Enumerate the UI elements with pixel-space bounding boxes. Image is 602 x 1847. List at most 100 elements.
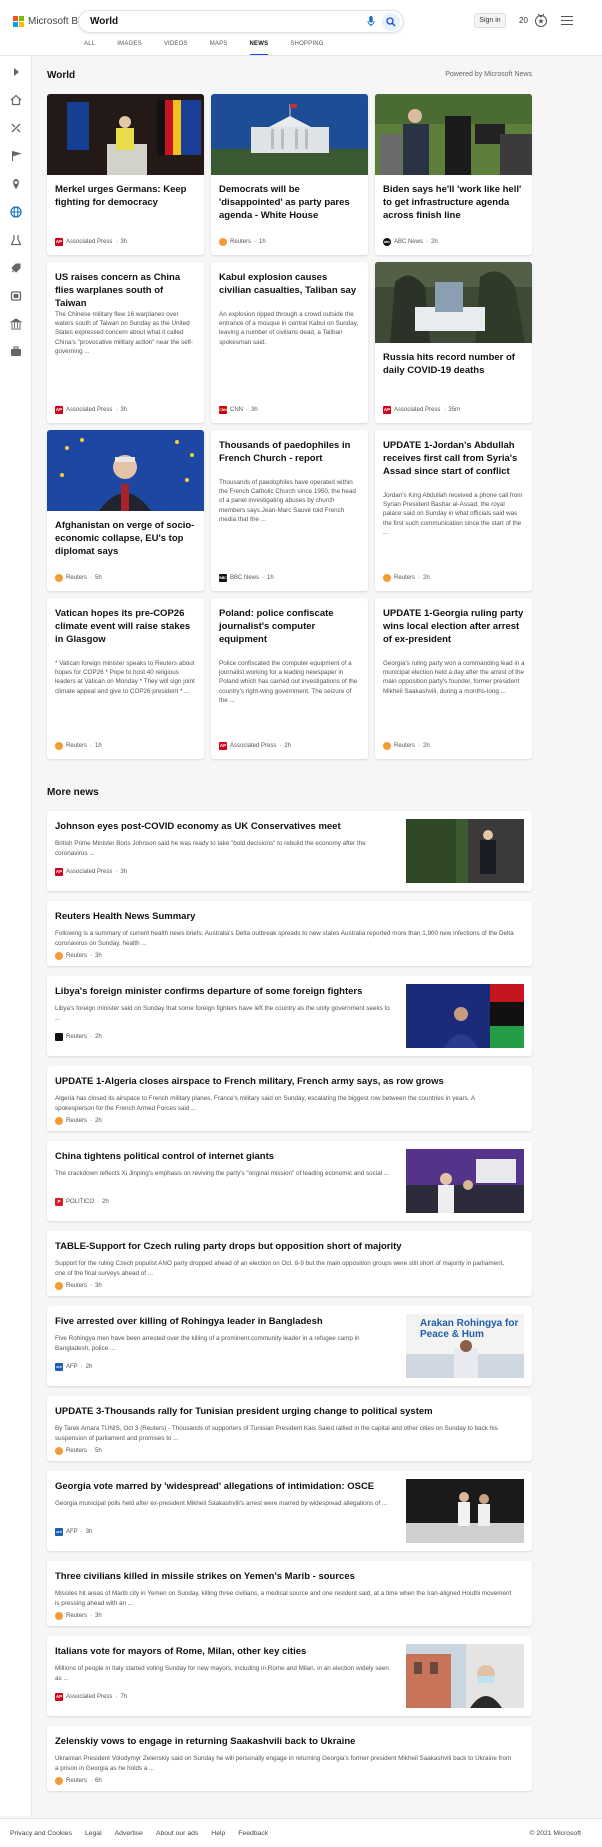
footer-link-help[interactable]: Help — [211, 1830, 225, 1837]
card-source[interactable]: AP Associated Press · 35m — [383, 406, 460, 414]
politics-icon[interactable] — [10, 318, 22, 330]
card-title[interactable]: UPDATE 1-Jordan's Abdullah receives firs… — [383, 439, 525, 478]
list-item[interactable]: UPDATE 1-Algeria closes airspace to Fren… — [47, 1066, 532, 1131]
sign-in-button[interactable]: Sign in — [474, 13, 506, 28]
card-title[interactable]: US raises concern as China flies warplan… — [55, 271, 197, 310]
search-button[interactable] — [382, 13, 400, 31]
card-title[interactable]: Merkel urges Germans: Keep fighting for … — [55, 183, 197, 209]
list-item[interactable]: Reuters Health News Summary Following is… — [47, 901, 532, 966]
item-source[interactable]: Reuters · 5h — [55, 1447, 102, 1455]
card-source[interactable]: Reuters · 5h — [55, 574, 102, 582]
tech-icon[interactable] — [10, 262, 22, 274]
card-title[interactable]: Biden says he'll 'work like hell' to get… — [383, 183, 525, 222]
list-item[interactable]: UPDATE 3-Thousands rally for Tunisian pr… — [47, 1396, 532, 1461]
news-card[interactable]: Afghanistan on verge of socio-economic c… — [47, 430, 204, 591]
footer-link-legal[interactable]: Legal — [85, 1830, 102, 1837]
list-item[interactable]: Five arrested over killing of Rohingya l… — [47, 1306, 532, 1386]
tab-news[interactable]: NEWS — [249, 40, 269, 56]
item-source[interactable]: Reuters · 3h — [55, 1612, 102, 1620]
home-icon[interactable] — [10, 94, 22, 106]
rewards-points[interactable]: 20 — [519, 16, 528, 25]
list-item[interactable]: Johnson eyes post-COVID economy as UK Co… — [47, 811, 532, 891]
item-title[interactable]: China tightens political control of inte… — [55, 1151, 274, 1162]
menu-icon[interactable] — [561, 16, 573, 26]
item-source[interactable]: Reuters · 3h — [55, 952, 102, 960]
item-source[interactable]: AFP AFP · 3h — [55, 1528, 92, 1536]
news-card[interactable]: Biden says he'll 'work like hell' to get… — [375, 94, 532, 255]
card-title[interactable]: Afghanistan on verge of socio-economic c… — [55, 519, 197, 558]
list-item[interactable]: Three civilians killed in missile strike… — [47, 1561, 532, 1626]
microphone-icon[interactable] — [367, 16, 375, 27]
card-source[interactable]: CNN CNN · 3h — [219, 406, 258, 414]
business-icon[interactable] — [10, 346, 22, 358]
sports-icon[interactable] — [10, 122, 22, 134]
footer-link-advertise[interactable]: Advertise — [115, 1830, 143, 1837]
item-source[interactable]: AFP AFP · 2h — [55, 1363, 92, 1371]
item-title[interactable]: Five arrested over killing of Rohingya l… — [55, 1316, 323, 1327]
location-icon[interactable] — [10, 178, 22, 190]
news-card[interactable]: Poland: police confiscate journalist's c… — [211, 598, 368, 759]
news-card[interactable]: Merkel urges Germans: Keep fighting for … — [47, 94, 204, 255]
card-title[interactable]: Kabul explosion causes civilian casualti… — [219, 271, 361, 297]
news-card[interactable]: Thousands of paedophiles in French Churc… — [211, 430, 368, 591]
news-card[interactable]: Vatican hopes its pre-COP26 climate even… — [47, 598, 204, 759]
list-item[interactable]: Zelenskiy vows to engage in returning Sa… — [47, 1726, 532, 1791]
list-item[interactable]: Libya's foreign minister confirms depart… — [47, 976, 532, 1056]
item-title[interactable]: TABLE-Support for Czech ruling party dro… — [55, 1241, 402, 1252]
tab-maps[interactable]: MAPS — [210, 40, 228, 56]
card-title[interactable]: Russia hits record number of daily COVID… — [383, 351, 525, 377]
card-source[interactable]: Reuters · 1h — [55, 742, 102, 750]
card-title[interactable]: Vatican hopes its pre-COP26 climate even… — [55, 607, 197, 646]
item-source[interactable]: Reuters · 6h — [55, 1777, 102, 1785]
card-source[interactable]: BBC BBC News · 1h — [219, 574, 274, 582]
item-source[interactable]: Reuters · 3h — [55, 1282, 102, 1290]
item-source[interactable]: Reuters · 2h — [55, 1033, 102, 1041]
footer-link-feedback[interactable]: Feedback — [238, 1830, 268, 1837]
card-title[interactable]: Thousands of paedophiles in French Churc… — [219, 439, 361, 465]
expand-icon[interactable] — [10, 66, 22, 78]
item-source[interactable]: AP Associated Press · 7h — [55, 1693, 127, 1701]
list-item[interactable]: Georgia vote marred by 'widespread' alle… — [47, 1471, 532, 1551]
entertainment-icon[interactable] — [10, 290, 22, 302]
rewards-medal-icon[interactable] — [534, 13, 548, 28]
search-box[interactable]: World — [78, 10, 404, 33]
tab-videos[interactable]: VIDEOS — [164, 40, 188, 56]
card-source[interactable]: AP Associated Press · 2h — [219, 742, 291, 750]
news-card[interactable]: Democrats will be 'disappointed' as part… — [211, 94, 368, 255]
news-card[interactable]: UPDATE 1-Georgia ruling party wins local… — [375, 598, 532, 759]
card-source[interactable]: Reuters · 2h — [383, 742, 430, 750]
list-item[interactable]: China tightens political control of inte… — [47, 1141, 532, 1221]
item-title[interactable]: Reuters Health News Summary — [55, 911, 195, 922]
card-source[interactable]: AP Associated Press · 3h — [55, 238, 127, 246]
card-source[interactable]: abc ABC News · 2h — [383, 238, 438, 246]
flag-icon[interactable] — [10, 150, 22, 162]
card-title[interactable]: Poland: police confiscate journalist's c… — [219, 607, 361, 646]
news-card[interactable]: Russia hits record number of daily COVID… — [375, 262, 532, 423]
tab-all[interactable]: ALL — [84, 40, 95, 56]
tab-shopping[interactable]: SHOPPING — [290, 40, 323, 56]
news-card[interactable]: UPDATE 1-Jordan's Abdullah receives firs… — [375, 430, 532, 591]
item-source[interactable]: P POLITICO · 2h — [55, 1198, 109, 1206]
footer-link-privacy[interactable]: Privacy and Cookies — [10, 1830, 72, 1837]
item-title[interactable]: Italians vote for mayors of Rome, Milan,… — [55, 1646, 306, 1657]
item-title[interactable]: UPDATE 3-Thousands rally for Tunisian pr… — [55, 1406, 433, 1417]
card-source[interactable]: AP Associated Press · 3h — [55, 406, 127, 414]
item-title[interactable]: Zelenskiy vows to engage in returning Sa… — [55, 1736, 355, 1747]
item-source[interactable]: AP Associated Press · 3h — [55, 868, 127, 876]
item-title[interactable]: Three civilians killed in missile strike… — [55, 1571, 355, 1582]
news-card[interactable]: US raises concern as China flies warplan… — [47, 262, 204, 423]
card-source[interactable]: Reuters · 1h — [219, 238, 266, 246]
item-title[interactable]: Georgia vote marred by 'widespread' alle… — [55, 1481, 374, 1492]
card-title[interactable]: Democrats will be 'disappointed' as part… — [219, 183, 361, 222]
footer-link-about-ads[interactable]: About our ads — [156, 1830, 198, 1837]
item-source[interactable]: Reuters · 2h — [55, 1117, 102, 1125]
tab-images[interactable]: IMAGES — [117, 40, 142, 56]
news-card[interactable]: Kabul explosion causes civilian casualti… — [211, 262, 368, 423]
item-title[interactable]: UPDATE 1-Algeria closes airspace to Fren… — [55, 1076, 444, 1087]
card-title[interactable]: UPDATE 1-Georgia ruling party wins local… — [383, 607, 525, 646]
card-source[interactable]: Reuters · 2h — [383, 574, 430, 582]
list-item[interactable]: Italians vote for mayors of Rome, Milan,… — [47, 1636, 532, 1716]
item-title[interactable]: Libya's foreign minister confirms depart… — [55, 986, 362, 997]
list-item[interactable]: TABLE-Support for Czech ruling party dro… — [47, 1231, 532, 1296]
search-input[interactable]: World — [90, 16, 118, 27]
